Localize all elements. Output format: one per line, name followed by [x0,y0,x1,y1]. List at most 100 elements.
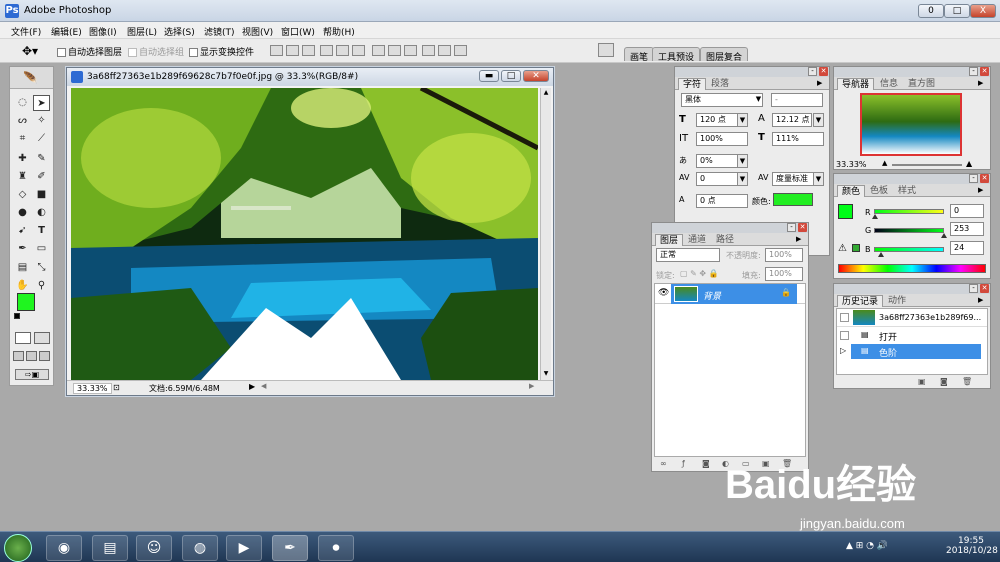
tab-swatches[interactable]: 色板 [866,185,892,197]
taskbar-photoshop-icon[interactable]: ✒ [272,535,308,561]
zoom-in-icon[interactable]: ▲ [966,159,972,168]
history-panel-menu-icon[interactable]: ▶ [978,296,983,304]
crop-tool-icon[interactable]: ⌗ [14,131,31,147]
scroll-down-icon[interactable]: ▼ [542,370,550,378]
new-document-from-state-icon[interactable]: ▣ [918,377,926,386]
zoom-tool-icon[interactable]: ⚲ [33,278,50,294]
history-state-slider-icon[interactable]: ▷ [840,346,846,355]
align-right-icon[interactable] [352,45,365,56]
scroll-right-icon[interactable]: ▶ [529,382,534,390]
default-colors-icon[interactable] [14,313,20,319]
tsume-dropdown-icon[interactable]: ▼ [737,154,748,168]
healing-brush-tool-icon[interactable]: ✚ [14,151,31,167]
foreground-color-swatch[interactable] [17,293,35,311]
dodge-tool-icon[interactable]: ◐ [33,205,50,221]
tab-layers[interactable]: 图层 [655,234,684,246]
screen-mode-standard-icon[interactable] [13,351,24,361]
layer-mask-icon[interactable]: ◙ [702,459,710,468]
gamut-warning-icon[interactable]: ⚠ [838,243,847,254]
gamut-color-swatch[interactable] [852,244,860,252]
pen-tool-icon[interactable]: ✒ [14,241,31,257]
color-panel-close-button[interactable]: ✕ [980,174,989,183]
hand-tool-icon[interactable]: ✋ [14,278,31,294]
move-tool-icon[interactable]: ➤ [33,95,50,111]
type-tool-icon[interactable]: T [33,223,50,239]
tab-history[interactable]: 历史记录 [837,295,884,307]
distribute-hcenter-icon[interactable] [438,45,451,56]
lasso-tool-icon[interactable]: ᔕ [14,113,31,129]
eye-visibility-icon[interactable]: 👁 [658,288,669,298]
layers-panel-minimize-button[interactable]: - [787,223,796,232]
menu-filter[interactable]: 滤镜(T) [204,25,235,38]
character-panel-minimize-button[interactable]: - [808,67,817,76]
taskbar-firefox-icon[interactable]: ◍ [182,535,218,561]
dock-tab-layer-comps[interactable]: 图层复合 [700,47,749,63]
menu-help[interactable]: 帮助(H) [323,25,355,38]
maximize-button[interactable]: □ [944,4,970,18]
r-slider-thumb[interactable] [872,214,878,219]
taskbar-qq-icon[interactable]: ☺ [136,535,172,561]
history-panel-close-button[interactable]: ✕ [980,284,989,293]
fill-field[interactable]: 100% [765,267,803,281]
dock-tab-brushes[interactable]: 画笔 [624,47,655,63]
tab-histogram[interactable]: 直方图 [904,78,939,90]
leading-dropdown-icon[interactable]: ▼ [813,113,824,127]
notes-tool-icon[interactable]: ▤ [14,260,31,276]
navigator-panel-menu-icon[interactable]: ▶ [978,79,983,87]
brush-tool-icon[interactable]: ✎ [33,151,50,167]
opacity-field[interactable]: 100% [765,248,803,262]
layers-panel-menu-icon[interactable]: ▶ [796,235,801,243]
menu-window[interactable]: 窗口(W) [281,25,315,38]
history-step-source-checkbox[interactable] [840,331,849,340]
font-family-dropdown-icon[interactable]: ▼ [753,93,764,107]
tray-icons[interactable]: ▲ ⊞ ◔ 🔊 [846,541,888,551]
document-vertical-scrollbar[interactable]: ▲ ▼ [540,88,551,380]
menu-edit[interactable]: 编辑(E) [51,25,82,38]
minimize-button[interactable]: 0 [918,4,944,18]
screen-mode-full-icon[interactable] [39,351,50,361]
quick-mask-mode-icon[interactable] [34,332,50,344]
tab-color[interactable]: 颜色 [837,185,866,197]
canvas-image[interactable] [71,88,538,380]
document-close-button[interactable]: ✕ [523,70,549,82]
blend-mode-select[interactable]: 正常 [656,248,720,262]
navigator-panel-close-button[interactable]: ✕ [980,67,989,76]
auto-select-group-checkbox[interactable]: 自动选择组 [128,45,184,58]
history-step-open[interactable]: ▤ 打开 [837,328,987,343]
taskbar-browser-icon[interactable]: ◉ [46,535,82,561]
jump-to-imageready-icon[interactable]: ⇨▣ [15,369,49,380]
screen-mode-full-menu-icon[interactable] [26,351,37,361]
delete-state-icon[interactable]: 🗑 [962,377,972,386]
distribute-bottom-icon[interactable] [404,45,417,56]
baseline-shift-field[interactable]: 0 点 [696,194,748,208]
navigator-preview[interactable] [860,93,962,156]
close-button[interactable]: X [970,4,996,18]
menu-image[interactable]: 图像(I) [89,25,117,38]
menu-view[interactable]: 视图(V) [242,25,273,38]
snapshot-source-checkbox[interactable] [840,313,849,322]
eyedropper-tool-icon[interactable]: ⤡ [33,260,50,276]
marquee-tool-icon[interactable]: ◌ [14,95,31,111]
status-menu-arrow-icon[interactable]: ▶ [249,382,255,391]
link-layers-icon[interactable]: ∞ [660,459,667,468]
b-slider[interactable] [874,247,944,252]
history-panel-minimize-button[interactable]: - [969,284,978,293]
leading-field[interactable]: 12.12 点 [772,113,812,127]
document-maximize-button[interactable]: □ [501,70,521,82]
color-panel-minimize-button[interactable]: - [969,174,978,183]
g-slider[interactable] [874,228,944,233]
start-button[interactable] [4,534,32,562]
clock[interactable]: 19:55 2018/10/28 [946,536,998,556]
text-color-swatch[interactable] [773,193,813,206]
align-left-icon[interactable] [320,45,333,56]
bridge-icon[interactable] [598,43,614,57]
document-minimize-button[interactable]: ▬ [479,70,499,82]
move-tool-icon[interactable]: ✥▾ [22,44,38,58]
blur-tool-icon[interactable]: ● [14,205,31,221]
distribute-vcenter-icon[interactable] [388,45,401,56]
scroll-left-icon[interactable]: ◀ [261,382,266,390]
standard-mode-icon[interactable] [15,332,31,344]
tab-paths[interactable]: 路径 [712,234,738,246]
r-value-field[interactable]: 0 [950,204,984,218]
navigator-zoom-slider[interactable] [892,164,962,166]
